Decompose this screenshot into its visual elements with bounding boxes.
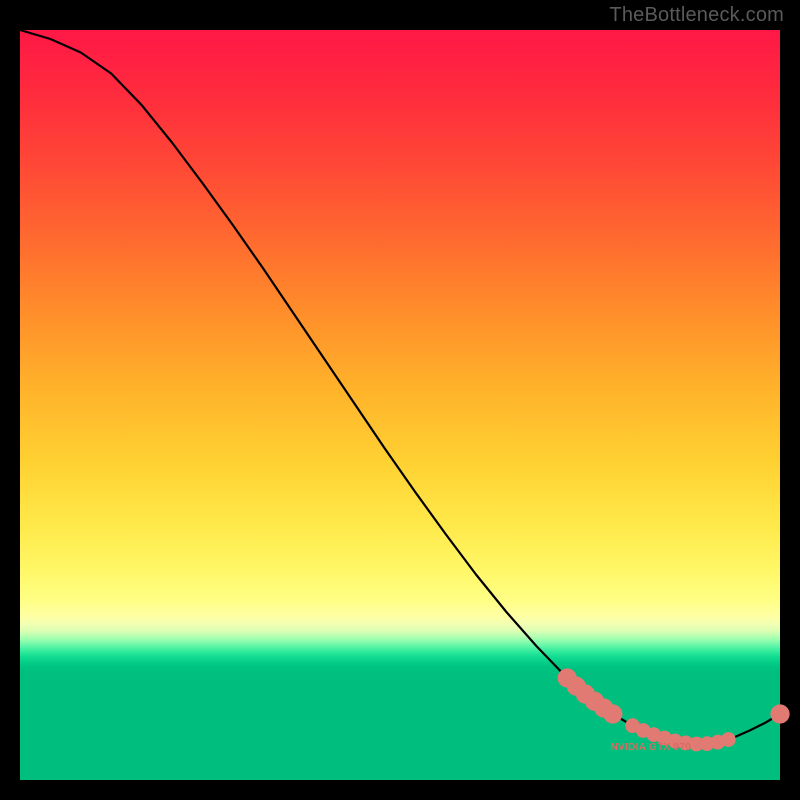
marker-group (558, 669, 789, 751)
chart-svg: NVIDIA GTX 970 (20, 30, 780, 780)
data-marker (604, 705, 622, 723)
chart-stage: TheBottleneck.com NVIDIA GTX 970 (0, 0, 800, 800)
data-marker (721, 733, 735, 747)
bottleneck-curve (20, 30, 780, 744)
series-annotation: NVIDIA GTX 970 (611, 742, 692, 753)
watermark-text: TheBottleneck.com (609, 4, 784, 27)
data-marker (771, 705, 789, 723)
